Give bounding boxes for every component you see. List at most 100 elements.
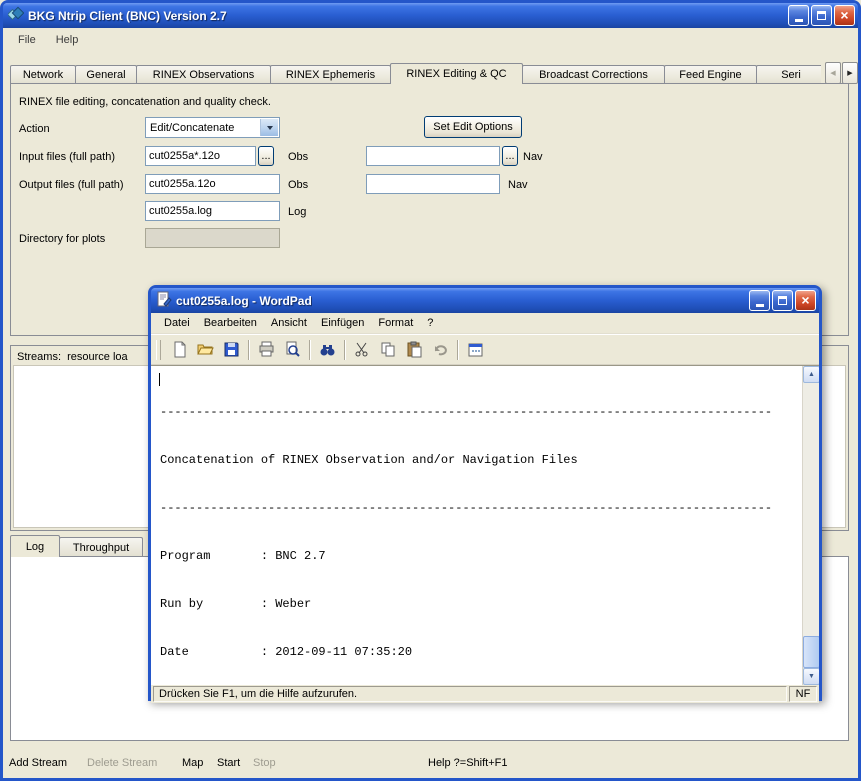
wordpad-minimize-button[interactable] <box>749 290 770 311</box>
bnc-menubar: File Help <box>3 28 84 52</box>
input-nav-label: Nav <box>523 151 543 163</box>
wordpad-titlebar[interactable]: cut0255a.log - WordPad × <box>151 288 819 313</box>
menu-format[interactable]: Format <box>371 315 420 331</box>
wordpad-document[interactable]: ----------------------------------------… <box>151 365 819 685</box>
input-obs-label: Obs <box>288 151 308 163</box>
log-line: ----------------------------------------… <box>160 404 802 420</box>
toolbar-separator <box>248 340 249 360</box>
log-line: Concatenation of RINEX Observation and/o… <box>160 452 802 468</box>
stop-button: Stop <box>253 755 276 771</box>
open-icon[interactable] <box>193 338 217 362</box>
tab-scroll-left-icon[interactable]: ◀ <box>825 62 841 84</box>
tab-broadcast-corrections[interactable]: Broadcast Corrections <box>522 65 665 84</box>
close-button[interactable]: × <box>834 5 855 26</box>
status-hint: Drücken Sie F1, um die Hilfe aufzurufen. <box>153 686 787 702</box>
bottom-action-bar: Add Stream Delete Stream Map Start Stop … <box>3 755 858 777</box>
wordpad-window: cut0255a.log - WordPad × Datei Bearbeite… <box>148 285 822 701</box>
action-combobox-value: Edit/Concatenate <box>150 122 234 134</box>
panel-description: RINEX file editing, concatenation and qu… <box>19 96 271 108</box>
bottom-tab-log[interactable]: Log <box>10 535 60 557</box>
streams-label: Streams: resource loa <box>17 351 128 363</box>
tab-rinex-observations[interactable]: RINEX Observations <box>136 65 271 84</box>
start-button[interactable]: Start <box>217 755 240 771</box>
document-text: ----------------------------------------… <box>151 366 802 685</box>
wordpad-window-title: cut0255a.log - WordPad <box>176 294 312 308</box>
undo-icon <box>428 338 452 362</box>
menu-bearbeiten[interactable]: Bearbeiten <box>197 315 264 331</box>
toolbar-grip[interactable] <box>156 340 161 360</box>
find-icon[interactable] <box>315 338 339 362</box>
input-nav-browse-button[interactable]: ... <box>502 146 518 166</box>
toolbar-separator <box>457 340 458 360</box>
wordpad-close-button[interactable]: × <box>795 290 816 311</box>
maximize-button[interactable] <box>811 5 832 26</box>
input-files-label: Input files (full path) <box>19 151 115 163</box>
plots-dir-label: Directory for plots <box>19 233 105 245</box>
tab-serial[interactable]: Seri <box>756 65 821 84</box>
log-line: Program : BNC 2.7 <box>160 548 802 564</box>
toolbar-separator <box>344 340 345 360</box>
scrollbar-thumb[interactable] <box>803 636 819 668</box>
print-icon[interactable] <box>254 338 278 362</box>
menu-hilfe[interactable]: ? <box>420 315 440 331</box>
toolbar-separator <box>309 340 310 360</box>
log-line: ----------------------------------------… <box>160 500 802 516</box>
log-line: Run by : Weber <box>160 596 802 612</box>
cut-icon[interactable] <box>350 338 374 362</box>
tab-network[interactable]: Network <box>10 65 76 84</box>
new-document-icon[interactable] <box>167 338 191 362</box>
copy-icon[interactable] <box>376 338 400 362</box>
tab-rinex-ephemeris[interactable]: RINEX Ephemeris <box>270 65 391 84</box>
action-label: Action <box>19 123 50 135</box>
status-numlock: NF <box>789 686 817 702</box>
log-line: Date : 2012-09-11 07:35:20 <box>160 644 802 660</box>
menu-ansicht[interactable]: Ansicht <box>264 315 314 331</box>
menu-datei[interactable]: Datei <box>157 315 197 331</box>
chevron-down-icon[interactable] <box>260 119 278 136</box>
tab-scroll-right-icon[interactable]: ▶ <box>842 62 858 84</box>
scroll-up-icon[interactable]: ▲ <box>803 366 819 383</box>
input-nav-field[interactable] <box>366 146 500 166</box>
save-icon[interactable] <box>219 338 243 362</box>
bottom-tab-throughput[interactable]: Throughput <box>59 537 143 557</box>
print-preview-icon[interactable] <box>280 338 304 362</box>
output-files-label: Output files (full path) <box>19 179 124 191</box>
menu-einfuegen[interactable]: Einfügen <box>314 315 371 331</box>
wordpad-menubar: Datei Bearbeiten Ansicht Einfügen Format… <box>151 313 819 334</box>
minimize-button[interactable] <box>788 5 809 26</box>
tab-feed-engine[interactable]: Feed Engine <box>664 65 757 84</box>
menu-help[interactable]: Help <box>50 32 85 48</box>
tab-general[interactable]: General <box>75 65 137 84</box>
bnc-window-title: BKG Ntrip Client (BNC) Version 2.7 <box>28 9 227 23</box>
wordpad-toolbar <box>151 334 819 365</box>
set-edit-options-button[interactable]: Set Edit Options <box>424 116 522 138</box>
help-button[interactable]: Help ?=Shift+F1 <box>428 755 508 771</box>
output-obs-field[interactable] <box>145 174 280 194</box>
output-obs-label: Obs <box>288 179 308 191</box>
bnc-tabbar: Network General RINEX Observations RINEX… <box>10 62 821 84</box>
wordpad-statusbar: Drücken Sie F1, um die Hilfe aufzurufen.… <box>151 685 819 703</box>
desktop: BKG Ntrip Client (BNC) Version 2.7 × Fil… <box>0 0 861 781</box>
input-obs-browse-button[interactable]: ... <box>258 146 274 166</box>
bnc-titlebar[interactable]: BKG Ntrip Client (BNC) Version 2.7 × <box>3 3 858 28</box>
menu-file[interactable]: File <box>12 32 42 48</box>
bnc-app-icon <box>8 6 24 25</box>
insert-datetime-icon[interactable] <box>463 338 487 362</box>
vertical-scrollbar[interactable]: ▲ ▼ <box>802 366 819 685</box>
output-log-field[interactable] <box>145 201 280 221</box>
plots-dir-field <box>145 228 280 248</box>
scroll-down-icon[interactable]: ▼ <box>803 668 819 685</box>
input-obs-field[interactable] <box>145 146 256 166</box>
paste-icon[interactable] <box>402 338 426 362</box>
wordpad-maximize-button[interactable] <box>772 290 793 311</box>
tab-scroll-buttons: ◀ ▶ <box>824 62 858 84</box>
add-stream-button[interactable]: Add Stream <box>9 755 67 771</box>
output-log-label: Log <box>288 206 306 218</box>
wordpad-app-icon <box>156 291 172 310</box>
tab-rinex-editing-qc[interactable]: RINEX Editing & QC <box>390 63 523 84</box>
output-nav-field[interactable] <box>366 174 500 194</box>
delete-stream-button: Delete Stream <box>87 755 157 771</box>
map-button[interactable]: Map <box>182 755 203 771</box>
output-nav-label: Nav <box>508 179 528 191</box>
action-combobox[interactable]: Edit/Concatenate <box>145 117 280 138</box>
